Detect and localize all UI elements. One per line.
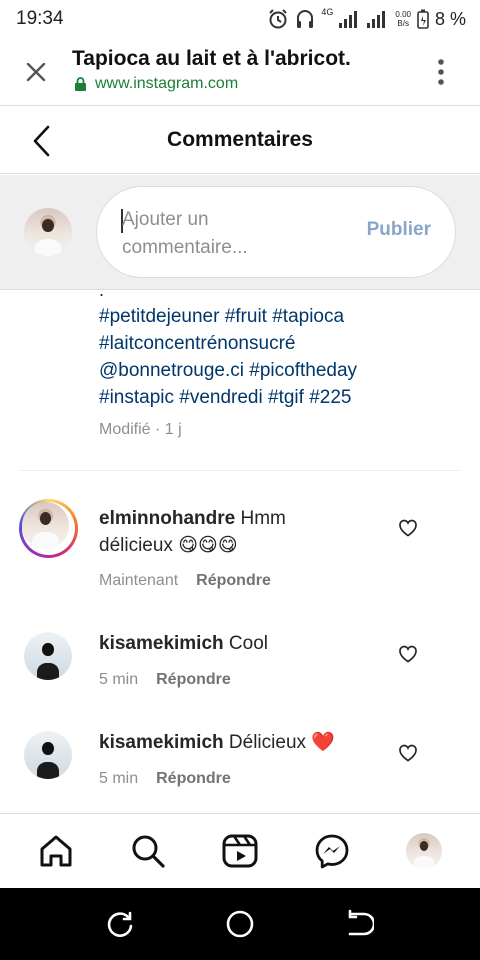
reply-button[interactable]: Répondre — [156, 671, 231, 689]
avatar[interactable] — [24, 632, 72, 680]
signal-icon-2 — [367, 11, 386, 28]
heart-icon[interactable] — [398, 644, 418, 664]
messenger-icon[interactable] — [313, 832, 351, 870]
browser-toolbar: Tapioca au lait et à l'abricot. www.inst… — [0, 38, 480, 106]
system-nav-bar — [0, 888, 480, 960]
avatar[interactable] — [24, 731, 72, 779]
comment-body: Cool — [228, 633, 268, 654]
comment-input-placeholder: Ajouter un commentaire... — [122, 209, 248, 258]
comment-meta: 5 min Répondre — [99, 671, 231, 689]
status-time: 19:34 — [16, 8, 64, 29]
alarm-icon — [269, 9, 288, 29]
comment-meta: 5 min Répondre — [99, 770, 231, 788]
story-ring[interactable] — [19, 499, 78, 558]
lock-icon — [75, 77, 86, 91]
browser-url: www.instagram.com — [74, 75, 238, 93]
recent-apps-icon[interactable] — [106, 909, 136, 939]
comment-meta: Maintenant Répondre — [99, 572, 271, 590]
data-rate-top: 0.00 — [395, 10, 411, 19]
reels-icon[interactable] — [221, 832, 259, 870]
comment-username[interactable]: elminnohandre — [99, 508, 235, 529]
back-icon[interactable] — [344, 909, 374, 939]
comment-composer: Ajouter un commentaire... Publier — [0, 175, 480, 290]
page-title: Commentaires — [167, 128, 313, 151]
home-icon[interactable] — [37, 832, 75, 870]
battery-level: 8 % — [434, 8, 466, 29]
comment-input[interactable]: Ajouter un commentaire... Publier — [96, 186, 456, 278]
comment-username[interactable]: kisamekimich — [99, 633, 224, 654]
data-rate-bottom: B/s — [397, 19, 409, 28]
status-bar: 19:34 4G 0.00 B/s 8 % — [0, 0, 480, 38]
comment-text: elminnohandre Hmm délicieux 😋😋😋 — [99, 505, 359, 559]
reply-button[interactable]: Répondre — [156, 770, 231, 788]
network-type: 4G — [321, 7, 334, 17]
caption-meta: Modifié · 1 j — [99, 421, 182, 438]
comment-time: 5 min — [99, 770, 139, 787]
avatar — [24, 208, 72, 256]
signal-icon — [339, 11, 358, 28]
caption-leading-text: . — [99, 280, 105, 300]
status-icons: 4G 0.00 B/s 8 % — [267, 7, 466, 30]
browser-page-title: Tapioca au lait et à l'abricot. — [72, 47, 351, 70]
comments-header: Commentaires — [0, 107, 480, 174]
reply-button[interactable]: Répondre — [196, 572, 271, 590]
divider — [20, 470, 460, 471]
battery-icon — [417, 9, 429, 29]
more-vertical-icon[interactable] — [432, 58, 450, 88]
search-icon[interactable] — [129, 832, 167, 870]
comment-text: kisamekimich Délicieux ❤️ — [99, 729, 359, 756]
comment-time: 5 min — [99, 671, 139, 688]
heart-icon[interactable] — [398, 743, 418, 763]
headphones-icon — [297, 10, 314, 28]
close-icon[interactable] — [22, 58, 50, 86]
comment-text: kisamekimich Cool — [99, 630, 359, 657]
caption-hashtags[interactable]: #petitdejeuner #fruit #tapioca #laitconc… — [99, 303, 419, 411]
publish-button[interactable]: Publier — [367, 219, 431, 241]
data-rate: 0.00 B/s — [395, 10, 411, 28]
profile-avatar[interactable] — [406, 833, 442, 869]
comment-body: Délicieux ❤️ — [228, 732, 335, 753]
home-circle-icon[interactable] — [225, 909, 255, 939]
heart-icon[interactable] — [398, 518, 418, 538]
bottom-nav — [0, 813, 480, 888]
comment-time: Maintenant — [99, 572, 179, 589]
browser-url-text: www.instagram.com — [95, 75, 239, 92]
avatar — [22, 502, 69, 549]
comment-username[interactable]: kisamekimich — [99, 732, 224, 753]
